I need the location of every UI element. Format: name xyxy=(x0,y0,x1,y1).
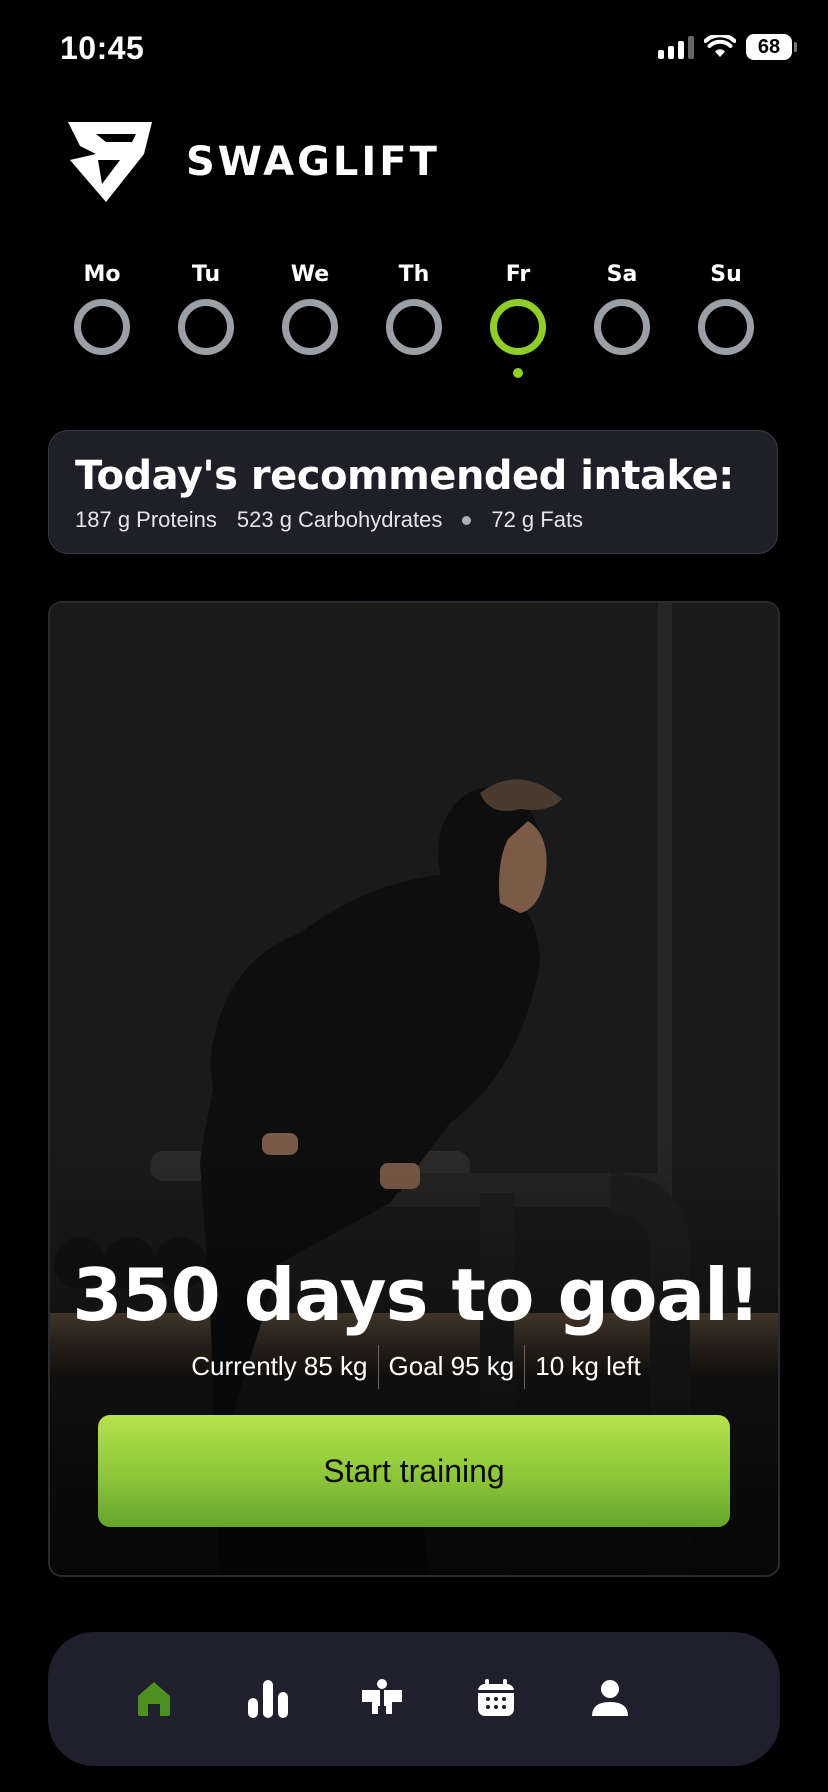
intake-fats: 72 g Fats xyxy=(491,507,584,532)
status-time: 10:45 xyxy=(60,30,145,66)
day-label: Mo xyxy=(83,262,121,287)
day-we[interactable]: We xyxy=(270,262,350,355)
day-progress-ring xyxy=(698,299,754,355)
day-label: We xyxy=(290,262,330,287)
day-label: Su xyxy=(710,262,742,287)
day-progress-ring xyxy=(282,299,338,355)
intake-card[interactable]: Today's recommended intake: 187 g Protei… xyxy=(48,430,778,554)
today-indicator-dot xyxy=(513,368,523,378)
day-progress-ring xyxy=(594,299,650,355)
tab-workout[interactable] xyxy=(352,1668,412,1728)
stats-icon xyxy=(248,1680,288,1718)
wifi-icon xyxy=(704,35,736,57)
day-sa[interactable]: Sa xyxy=(582,262,662,355)
intake-proteins: 187 g Proteins xyxy=(75,507,217,532)
swaglift-shield-logo xyxy=(68,122,152,202)
tab-home[interactable] xyxy=(124,1668,184,1728)
start-training-button[interactable]: Start training xyxy=(98,1415,730,1527)
home-icon xyxy=(138,1682,170,1716)
week-selector: Mo Tu We Th Fr Sa Su xyxy=(50,262,776,382)
intake-title: Today's recommended intake: xyxy=(75,453,734,499)
battery-level: 68 xyxy=(757,35,781,58)
intake-macros: 187 g Proteins 523 g Carbohydrates 72 g … xyxy=(75,507,583,533)
day-th[interactable]: Th xyxy=(374,262,454,355)
weight-left: 10 kg left xyxy=(535,1351,641,1381)
day-label: Tu xyxy=(191,262,221,287)
status-bar: 10:45 68 xyxy=(0,0,828,100)
status-icons: 68 xyxy=(658,34,797,60)
day-label: Fr xyxy=(505,262,531,287)
goal-weight: Goal 95 kg xyxy=(388,1351,515,1381)
day-progress-ring xyxy=(178,299,234,355)
calendar-icon xyxy=(478,1679,514,1716)
tab-calendar[interactable] xyxy=(466,1668,526,1728)
day-progress-ring xyxy=(74,299,130,355)
day-label: Th xyxy=(398,262,430,287)
goal-hero-card: 350 days to goal! Currently 85 kg Goal 9… xyxy=(48,601,780,1577)
separator-dot xyxy=(462,515,472,525)
day-label: Sa xyxy=(606,262,638,287)
intake-carbs: 523 g Carbohydrates xyxy=(236,507,443,532)
cellular-signal-icon xyxy=(658,35,694,59)
day-progress-ring xyxy=(386,299,442,355)
day-mo[interactable]: Mo xyxy=(62,262,142,355)
brand-logo: SWAGLIFT xyxy=(66,120,440,204)
weight-stats: Currently 85 kg Goal 95 kg 10 kg left xyxy=(50,1345,778,1389)
battery-icon: 68 xyxy=(746,34,797,60)
tab-stats[interactable] xyxy=(238,1668,298,1728)
day-tu[interactable]: Tu xyxy=(166,262,246,355)
day-fr[interactable]: Fr xyxy=(478,262,558,378)
profile-icon xyxy=(592,1680,628,1716)
workout-icon xyxy=(362,1679,402,1714)
brand-name: SWAGLIFT xyxy=(186,139,440,185)
tab-profile[interactable] xyxy=(580,1668,640,1728)
days-to-goal-title: 350 days to goal! xyxy=(72,1253,760,1337)
current-weight: Currently 85 kg xyxy=(191,1351,368,1381)
day-progress-ring xyxy=(490,299,546,355)
day-su[interactable]: Su xyxy=(686,262,766,355)
bottom-tab-bar xyxy=(48,1632,780,1766)
